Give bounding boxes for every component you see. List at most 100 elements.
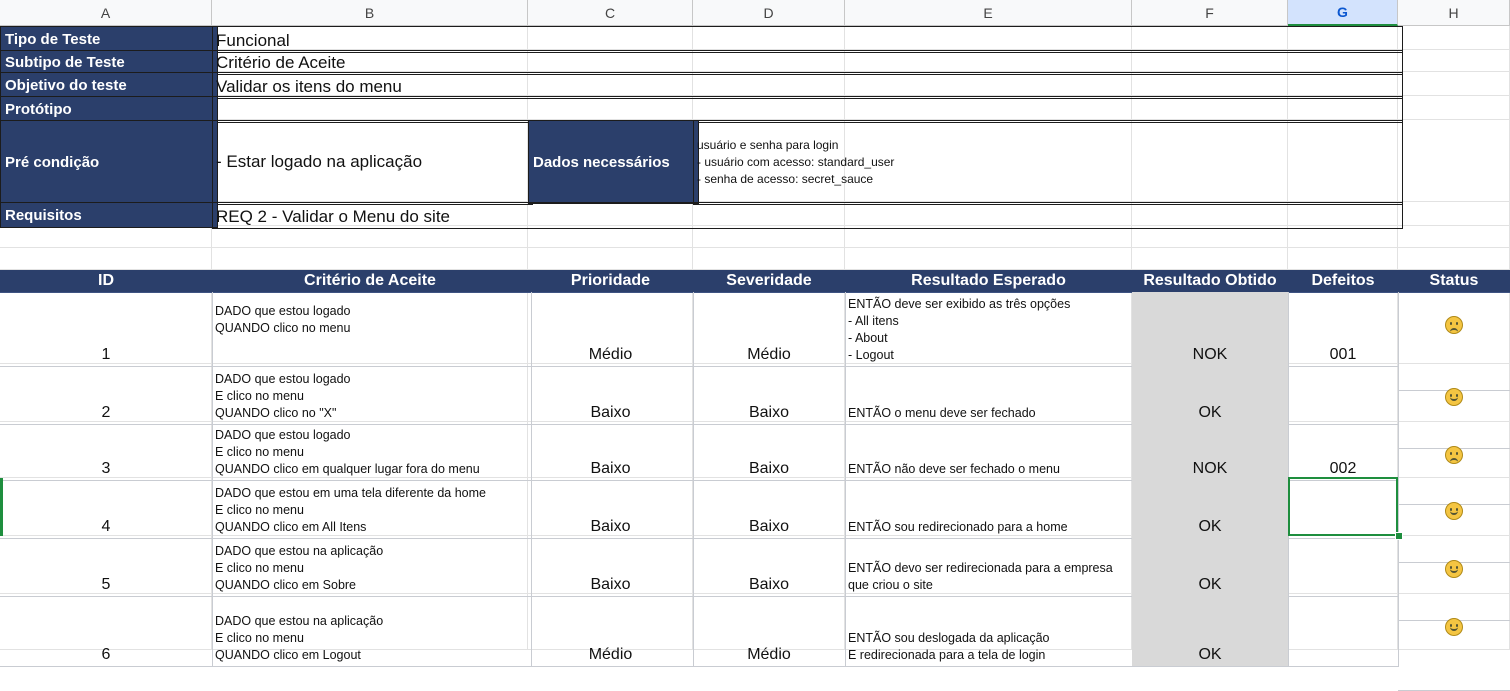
row-obtido[interactable]: OK bbox=[1132, 594, 1289, 667]
column-header-c[interactable]: C bbox=[528, 0, 693, 26]
row-prioridade[interactable]: Médio bbox=[528, 594, 694, 667]
selected-row-marker bbox=[0, 478, 3, 536]
row-id[interactable]: 6 bbox=[0, 594, 213, 667]
grid-cell[interactable] bbox=[212, 226, 528, 248]
table-header-5: Resultado Obtido bbox=[1132, 270, 1289, 293]
grid-cell[interactable] bbox=[845, 248, 1132, 270]
grid-cell[interactable] bbox=[528, 248, 693, 270]
grid-cell[interactable] bbox=[1398, 202, 1510, 226]
prototipo-value[interactable] bbox=[212, 96, 1403, 123]
row-esperado[interactable]: ENTÃO não deve ser fechado o menu bbox=[845, 422, 1136, 481]
row-defeitos[interactable] bbox=[1288, 594, 1399, 667]
precondicao-value[interactable]: - Estar logado na aplicação bbox=[212, 120, 533, 205]
row-esperado[interactable]: ENTÃO devo ser redirecionada para a empr… bbox=[845, 536, 1136, 597]
row-defeitos[interactable]: 001 bbox=[1288, 292, 1399, 367]
table-header-0: ID bbox=[0, 270, 213, 293]
row-obtido[interactable]: OK bbox=[1132, 536, 1289, 597]
row-obtido[interactable]: NOK bbox=[1132, 292, 1289, 367]
happy-face-icon bbox=[1445, 618, 1463, 636]
row-defeitos[interactable] bbox=[1288, 364, 1399, 425]
grid-cell[interactable] bbox=[528, 226, 693, 248]
prototipo-label: Protótipo bbox=[0, 96, 218, 122]
column-header-f[interactable]: F bbox=[1132, 0, 1288, 26]
column-header-h[interactable]: H bbox=[1398, 0, 1510, 26]
row-severidade[interactable]: Baixo bbox=[693, 536, 846, 597]
row-esperado[interactable]: ENTÃO sou redirecionado para a home bbox=[845, 478, 1136, 539]
row-prioridade[interactable]: Baixo bbox=[528, 364, 694, 425]
requisitos-label: Requisitos bbox=[0, 202, 218, 228]
row-id[interactable]: 1 bbox=[0, 292, 213, 367]
subtipo-label: Subtipo de Teste bbox=[0, 50, 218, 74]
row-esperado[interactable]: ENTÃO o menu deve ser fechado bbox=[845, 364, 1136, 425]
row-severidade[interactable]: Baixo bbox=[693, 364, 846, 425]
row-id[interactable]: 2 bbox=[0, 364, 213, 425]
row-criterio[interactable]: DADO que estou logado E clico no menu QU… bbox=[212, 364, 532, 425]
grid-cell[interactable] bbox=[212, 248, 528, 270]
row-esperado[interactable]: ENTÃO deve ser exibido as três opções - … bbox=[845, 292, 1136, 367]
row-defeitos[interactable]: 002 bbox=[1288, 422, 1399, 481]
row-criterio[interactable]: DADO que estou logado E clico no menu QU… bbox=[212, 422, 532, 481]
row-id[interactable]: 5 bbox=[0, 536, 213, 597]
grid-cell[interactable] bbox=[1398, 226, 1510, 248]
grid-cell[interactable] bbox=[1398, 26, 1510, 50]
column-header-b[interactable]: B bbox=[212, 0, 528, 26]
dados-value[interactable]: usuário e senha para login - usuário com… bbox=[693, 120, 1403, 205]
grid-cell[interactable] bbox=[1132, 226, 1288, 248]
row-obtido[interactable]: OK bbox=[1132, 364, 1289, 425]
row-criterio[interactable]: DADO que estou logado QUANDO clico no me… bbox=[212, 292, 532, 367]
grid-cell[interactable] bbox=[0, 226, 212, 248]
row-criterio[interactable]: DADO que estou em uma tela diferente da … bbox=[212, 478, 532, 539]
table-header-7: Status bbox=[1398, 270, 1510, 293]
grid-cell[interactable] bbox=[1288, 248, 1398, 270]
grid-cell[interactable] bbox=[1132, 248, 1288, 270]
table-header-6: Defeitos bbox=[1288, 270, 1399, 293]
table-header-2: Prioridade bbox=[528, 270, 694, 293]
row-id[interactable]: 4 bbox=[0, 478, 213, 539]
tipo-value[interactable]: Funcional bbox=[212, 26, 1403, 53]
row-defeitos[interactable] bbox=[1288, 536, 1399, 597]
sad-face-icon bbox=[1445, 316, 1463, 334]
grid-cell[interactable] bbox=[1288, 226, 1398, 248]
row-severidade[interactable]: Médio bbox=[693, 594, 846, 667]
grid-cell[interactable] bbox=[845, 226, 1132, 248]
row-prioridade[interactable]: Médio bbox=[528, 292, 694, 367]
grid-cell[interactable] bbox=[1398, 72, 1510, 96]
table-header-1: Critério de Aceite bbox=[212, 270, 529, 293]
row-prioridade[interactable]: Baixo bbox=[528, 478, 694, 539]
grid-cell[interactable] bbox=[1398, 50, 1510, 72]
grid-cell[interactable] bbox=[693, 248, 845, 270]
row-prioridade[interactable]: Baixo bbox=[528, 422, 694, 481]
precondicao-label: Pré condição bbox=[0, 120, 218, 204]
fill-handle[interactable] bbox=[1395, 532, 1403, 540]
grid-cell[interactable] bbox=[0, 248, 212, 270]
row-prioridade[interactable]: Baixo bbox=[528, 536, 694, 597]
requisitos-value[interactable]: REQ 2 - Validar o Menu do site bbox=[212, 202, 1403, 229]
tipo-label: Tipo de Teste bbox=[0, 26, 218, 52]
row-severidade[interactable]: Baixo bbox=[693, 478, 846, 539]
dados-label: Dados necessários bbox=[528, 120, 699, 204]
grid-cell[interactable] bbox=[1398, 120, 1510, 202]
happy-face-icon bbox=[1445, 560, 1463, 578]
row-id[interactable]: 3 bbox=[0, 422, 213, 481]
row-obtido[interactable]: OK bbox=[1132, 478, 1289, 539]
row-obtido[interactable]: NOK bbox=[1132, 422, 1289, 481]
happy-face-icon bbox=[1445, 388, 1463, 406]
column-header-e[interactable]: E bbox=[845, 0, 1132, 26]
column-header-a[interactable]: A bbox=[0, 0, 212, 26]
row-criterio[interactable]: DADO que estou na aplicação E clico no m… bbox=[212, 594, 532, 667]
objetivo-value[interactable]: Validar os itens do menu bbox=[212, 72, 1403, 99]
grid-cell[interactable] bbox=[1398, 248, 1510, 270]
table-header-4: Resultado Esperado bbox=[845, 270, 1133, 293]
row-status[interactable] bbox=[1398, 594, 1510, 691]
row-severidade[interactable]: Médio bbox=[693, 292, 846, 367]
grid-cell[interactable] bbox=[1398, 96, 1510, 120]
row-severidade[interactable]: Baixo bbox=[693, 422, 846, 481]
spreadsheet-grid[interactable]: A B C D E F G H Tipo de Teste Funcional Subtipo de… bbox=[0, 0, 1510, 691]
row-defeitos[interactable] bbox=[1288, 478, 1399, 539]
grid-cell[interactable] bbox=[693, 226, 845, 248]
column-header-g[interactable]: G bbox=[1288, 0, 1398, 26]
row-criterio[interactable]: DADO que estou na aplicação E clico no m… bbox=[212, 536, 532, 597]
column-header-d[interactable]: D bbox=[693, 0, 845, 26]
row-esperado[interactable]: ENTÃO sou deslogada da aplicação E redir… bbox=[845, 594, 1136, 667]
sad-face-icon bbox=[1445, 446, 1463, 464]
